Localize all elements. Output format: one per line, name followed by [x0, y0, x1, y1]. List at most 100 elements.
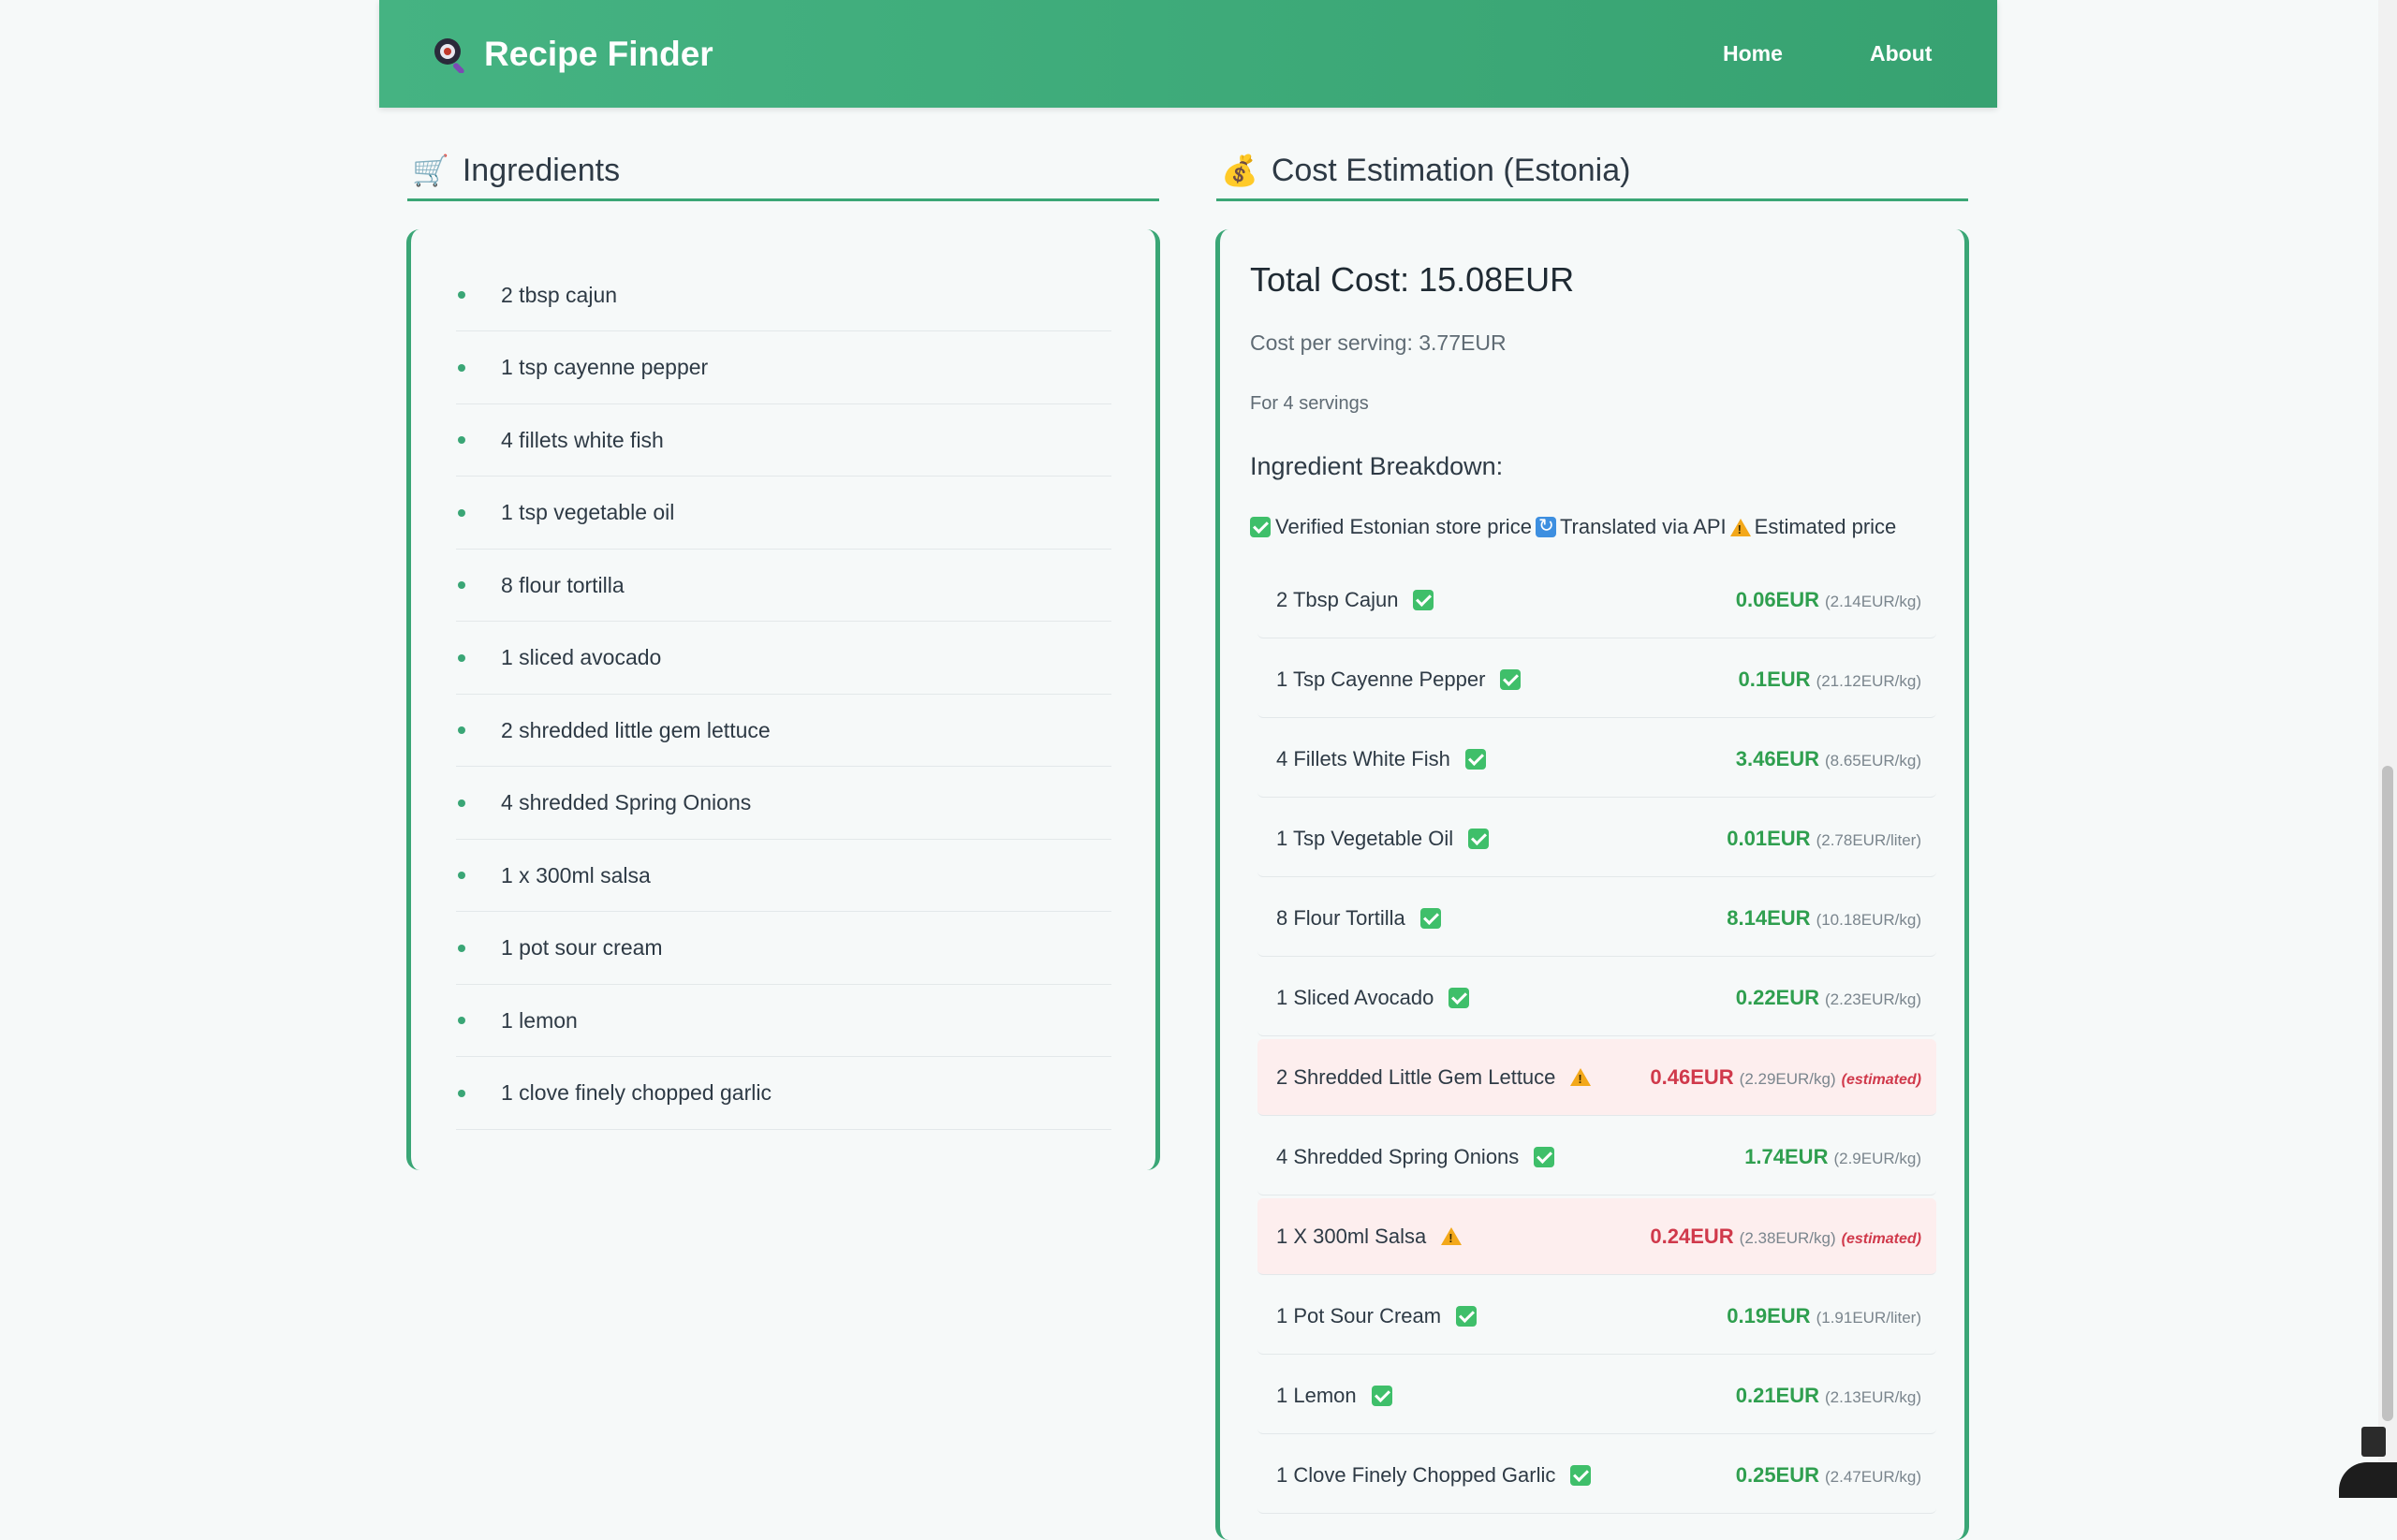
ingredient-text: 1 sliced avocado [501, 645, 662, 669]
ingredient-text: 2 tbsp cajun [501, 282, 618, 307]
money-bag-icon: 💰 [1221, 154, 1258, 187]
cost-row: 1 Sliced Avocado 0.22EUR (2.23EUR/kg) [1257, 960, 1936, 1036]
cost-row-unit-price: (2.14EUR/kg) [1825, 592, 1921, 610]
ingredient-item: 4 shredded Spring Onions [456, 768, 1111, 840]
cost-row-name: 1 Clove Finely Chopped Garlic [1276, 1462, 1556, 1487]
bullet-icon [458, 363, 465, 372]
cost-row-unit-price: (2.13EUR/kg) [1825, 1387, 1921, 1406]
bullet-icon [458, 653, 465, 662]
legend-verified: Verified Estonian store price [1275, 515, 1532, 538]
bullet-icon [458, 581, 465, 589]
verified-check-icon [1534, 1146, 1555, 1167]
verified-check-icon [1413, 589, 1434, 610]
warning-icon [1570, 1068, 1592, 1086]
ingredient-item: 2 shredded little gem lettuce [456, 695, 1111, 767]
cost-row-price: 0.19EUR [1727, 1303, 1811, 1327]
cost-row-price: 0.25EUR [1735, 1462, 1820, 1487]
verified-check-icon [1464, 748, 1486, 770]
cost-row-unit-price: (2.47EUR/kg) [1825, 1467, 1921, 1486]
cost-row-price: 3.46EUR [1735, 746, 1820, 770]
legend-translated: Translated via API [1559, 515, 1727, 538]
ingredients-title: Ingredients [462, 152, 621, 188]
ingredient-item: 1 clove finely chopped garlic [456, 1058, 1111, 1130]
cost-row-price: 0.22EUR [1735, 985, 1820, 1009]
cost-row: 1 Tsp Cayenne Pepper 0.1EUR (21.12EUR/kg) [1257, 641, 1936, 718]
cost-row-unit-price: (21.12EUR/kg) [1816, 671, 1921, 690]
cost-row-price: 0.24EUR [1650, 1224, 1734, 1248]
cost-row-price: 8.14EUR [1727, 905, 1811, 930]
ingredient-text: 4 fillets white fish [501, 427, 664, 452]
cost-row-name: 1 Tsp Vegetable Oil [1276, 826, 1454, 850]
cost-row-unit-price: (2.29EUR/kg) [1739, 1069, 1836, 1088]
cost-row: 2 Tbsp Cajun 0.06EUR (2.14EUR/kg) [1257, 562, 1936, 638]
ingredient-item: 1 tsp vegetable oil [456, 477, 1111, 550]
cost-row-price: 0.21EUR [1735, 1383, 1820, 1407]
ingredient-text: 1 pot sour cream [501, 935, 663, 960]
ingredient-text: 1 clove finely chopped garlic [501, 1080, 772, 1105]
ingredient-text: 4 shredded Spring Onions [501, 790, 752, 814]
warning-icon [1441, 1227, 1463, 1245]
ingredient-text: 1 lemon [501, 1007, 578, 1033]
verified-check-icon [1250, 517, 1271, 537]
servings-count: For 4 servings [1250, 393, 1369, 414]
cost-row-unit-price: (10.18EUR/kg) [1816, 910, 1921, 929]
ingredient-item: 1 pot sour cream [456, 913, 1111, 985]
cost-row-price: 0.46EUR [1650, 1064, 1734, 1089]
ingredient-item: 8 flour tortilla [456, 550, 1111, 622]
cost-row-unit-price: (2.9EUR/kg) [1833, 1149, 1921, 1167]
estimated-tag: (estimated) [1841, 1071, 1921, 1088]
ingredients-card: 2 tbsp cajun 1 tsp cayenne pepper 4 fillet… [406, 229, 1160, 1170]
verified-check-icon [1570, 1464, 1592, 1486]
cost-row-unit-price: (1.91EUR/liter) [1816, 1308, 1921, 1327]
estimated-warning-icon [1729, 518, 1751, 536]
cost-row: 8 Flour Tortilla 8.14EUR (10.18EUR/kg) [1257, 880, 1936, 957]
frying-pan-icon [432, 36, 469, 74]
cost-row-price: 0.06EUR [1735, 587, 1820, 611]
ingredient-item: 2 tbsp cajun [456, 259, 1111, 331]
cost-row-name: 4 Fillets White Fish [1276, 746, 1450, 770]
app-title: Recipe Finder [484, 34, 713, 73]
cost-row: 1 Clove Finely Chopped Garlic 0.25EUR (2.4… [1257, 1437, 1936, 1514]
nav-about-link[interactable]: About [1870, 0, 1932, 108]
cost-row: 1 Pot Sour Cream 0.19EUR (1.91EUR/liter) [1257, 1278, 1936, 1355]
navbar: Recipe Finder Home About [379, 0, 1997, 108]
cost-row: 4 Fillets White Fish 3.46EUR (8.65EUR/kg) [1257, 721, 1936, 798]
bullet-icon [458, 1017, 465, 1024]
ingredient-item: 1 x 300ml salsa [456, 840, 1111, 912]
scrollbar-thumb[interactable] [2382, 766, 2393, 1421]
cost-row-name: 1 Lemon [1276, 1383, 1357, 1407]
verified-check-icon [1468, 828, 1490, 849]
estimated-tag: (estimated) [1841, 1230, 1921, 1247]
total-cost: Total Cost: 15.08EUR [1250, 260, 1575, 299]
brand[interactable]: Recipe Finder [432, 0, 713, 108]
ingredient-text: 1 tsp cayenne pepper [501, 355, 709, 379]
cost-row-price: 0.01EUR [1727, 826, 1811, 850]
cost-row-price: 1.74EUR [1744, 1144, 1829, 1168]
microphone-icon[interactable] [2361, 1427, 2386, 1457]
assistant-fab[interactable] [2339, 1462, 2397, 1498]
page-scrollbar[interactable] [2378, 0, 2397, 1498]
verified-check-icon [1456, 1305, 1478, 1327]
verified-check-icon [1371, 1385, 1392, 1406]
cost-row: 1 X 300ml Salsa 0.24EUR (2.38EUR/kg) (estim… [1257, 1198, 1936, 1275]
cost-row-name: 2 Tbsp Cajun [1276, 587, 1399, 611]
verified-check-icon [1419, 907, 1441, 929]
bullet-icon [458, 944, 465, 952]
cost-row-name: 1 Sliced Avocado [1276, 985, 1434, 1009]
ingredient-item: 1 lemon [456, 985, 1111, 1057]
cost-row-name: 2 Shredded Little Gem Lettuce [1276, 1064, 1556, 1089]
cost-row-name: 8 Flour Tortilla [1276, 905, 1405, 930]
nav-home-link[interactable]: Home [1723, 0, 1783, 108]
cost-row-unit-price: (8.65EUR/kg) [1825, 751, 1921, 770]
bullet-icon [458, 799, 465, 807]
breakdown-title: Ingredient Breakdown: [1250, 452, 1504, 480]
shopping-cart-icon: 🛒 [412, 154, 449, 187]
ingredient-text: 1 tsp vegetable oil [501, 500, 675, 524]
bullet-icon [458, 291, 465, 299]
ingredient-item: 1 sliced avocado [456, 623, 1111, 695]
cost-row-price: 0.1EUR [1738, 667, 1811, 691]
cost-row-unit-price: (2.78EUR/liter) [1816, 830, 1921, 849]
ingredient-text: 1 x 300ml salsa [501, 862, 651, 887]
cost-row: 1 Lemon 0.21EUR (2.13EUR/kg) [1257, 1357, 1936, 1434]
cost-title: Cost Estimation (Estonia) [1271, 152, 1631, 188]
